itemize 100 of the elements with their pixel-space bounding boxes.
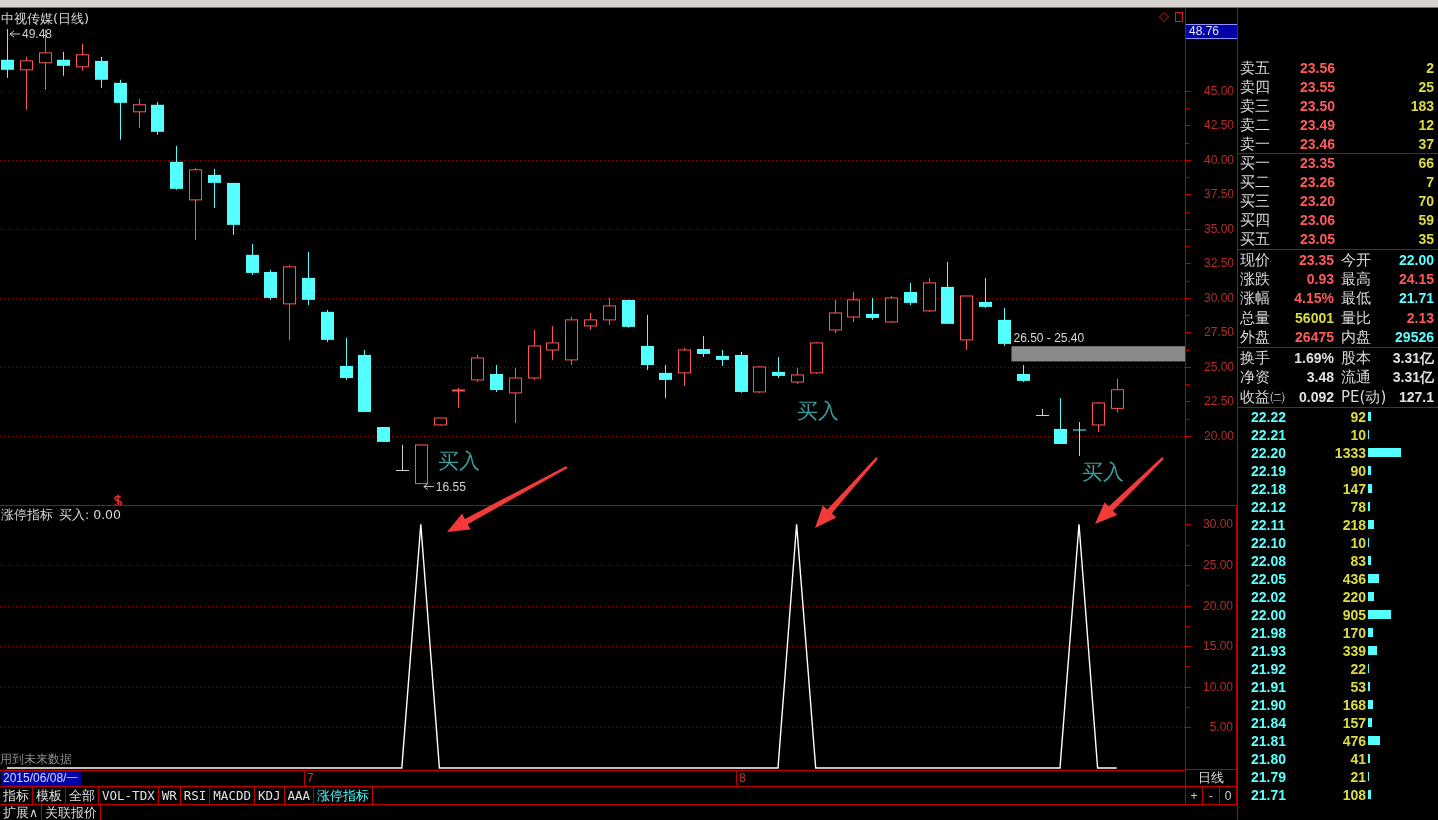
indicator-tab[interactable]: 全部 [66, 787, 99, 804]
trade-volume: 905 [1341, 605, 1366, 624]
quote-label: 最低 [1340, 289, 1372, 308]
panel-button[interactable]: 关联报价 [42, 805, 102, 820]
candlestick [546, 325, 559, 361]
trade-price: 21.84 [1251, 713, 1288, 732]
trade-price: 21.92 [1251, 659, 1288, 678]
trade-price: 22.08 [1251, 551, 1288, 570]
candlestick [960, 295, 973, 351]
quote-label: 流通 [1340, 368, 1372, 387]
order-volume: 7 [1425, 173, 1434, 192]
trade-volume: 157 [1341, 713, 1366, 732]
candlestick [264, 269, 277, 301]
signal-label: 买入 [437, 449, 480, 473]
order-price: 23.20 [1298, 192, 1335, 211]
trade-price: 22.05 [1251, 569, 1288, 588]
trade-price: 22.21 [1251, 425, 1288, 444]
order-label: 买三 [1240, 192, 1271, 211]
candlestick [208, 168, 221, 209]
candlestick [377, 426, 390, 443]
trade-volume: 147 [1341, 479, 1366, 498]
volume-bar [1368, 484, 1372, 494]
candlestick [227, 182, 240, 236]
warning-note: 用到未来数据 [0, 752, 72, 766]
axis-label: 25.00 [1202, 557, 1233, 572]
quote-label: 总量 [1240, 308, 1271, 327]
axis-label: 32.50 [1203, 256, 1234, 271]
trade-volume: 92 [1349, 407, 1366, 426]
candlestick [565, 316, 578, 366]
quote-label: 内盘 [1340, 328, 1372, 347]
order-label: 卖一 [1240, 134, 1271, 153]
quote-value: 127.1 [1397, 387, 1434, 406]
order-volume: 37 [1417, 134, 1434, 153]
order-volume: 12 [1417, 115, 1434, 134]
candlestick [772, 356, 785, 379]
indicator-tab[interactable]: AAA [284, 787, 315, 804]
quote-label: 涨跌 [1240, 270, 1271, 289]
quote-value: 29526 [1394, 328, 1434, 347]
candlestick [847, 291, 860, 323]
quote-label: 换手 [1240, 348, 1271, 367]
indicator-tab[interactable]: 指标 [0, 787, 33, 804]
candlestick [76, 43, 89, 72]
indicator-tab[interactable]: WR [158, 787, 181, 804]
trade-price: 21.71 [1251, 785, 1288, 804]
candlestick [452, 387, 465, 409]
trade-price: 22.18 [1251, 479, 1288, 498]
axis-label: 15.00 [1202, 639, 1233, 654]
candlestick [246, 243, 259, 276]
trade-volume: 339 [1341, 641, 1366, 660]
candlestick [358, 349, 371, 413]
trade-volume: 21 [1349, 767, 1366, 786]
trade-volume: 220 [1341, 587, 1366, 606]
axis-label: 22.50 [1203, 394, 1234, 409]
chart-title: 中视传媒(日线) [1, 11, 90, 27]
volume-bar [1368, 718, 1372, 728]
square-icon[interactable] [1175, 12, 1183, 22]
candlestick [20, 56, 33, 111]
indicator-tab[interactable]: 涨停指标 [314, 787, 374, 804]
trade-price: 22.20 [1251, 443, 1288, 462]
trade-volume: 22 [1349, 659, 1366, 678]
quote-value: 23.35 [1297, 250, 1334, 269]
axis-label: 20.00 [1203, 428, 1234, 443]
trade-price: 21.90 [1251, 695, 1288, 714]
candlestick [114, 79, 127, 141]
indicator-tab[interactable]: 模板 [33, 787, 66, 804]
indicator-tab[interactable]: VOL-TDX [99, 787, 159, 804]
candlestick [302, 251, 315, 306]
candlestick [1092, 401, 1105, 433]
quote-label: 净资 [1240, 368, 1271, 387]
volume-bar [1368, 574, 1379, 584]
axis-label: 8 [736, 771, 746, 786]
quote-value: 0.93 [1305, 270, 1334, 289]
candlestick [753, 365, 766, 394]
quote-label: 外盘 [1240, 328, 1271, 347]
quote-value: 2.13 [1405, 308, 1434, 327]
quote-label: 股本 [1340, 348, 1372, 367]
axis-label: 45.00 [1203, 83, 1234, 98]
signal-label: 买入 [1082, 459, 1124, 484]
trade-price: 22.11 [1251, 515, 1287, 534]
trade-volume: 1333 [1333, 443, 1366, 462]
axis-label: 25.00 [1203, 359, 1234, 374]
order-volume: 70 [1417, 192, 1434, 211]
order-label: 卖三 [1240, 97, 1271, 115]
quote-value: 3.31亿 [1391, 368, 1434, 387]
order-label: 买五 [1240, 230, 1271, 249]
volume-bar [1368, 592, 1374, 602]
candlestick [885, 295, 898, 324]
quote-value: 4.15% [1293, 289, 1334, 308]
candlestick [170, 145, 183, 191]
panel-button[interactable]: 扩展∧ [0, 805, 43, 820]
trade-price: 21.91 [1251, 677, 1288, 696]
volume-bar [1368, 610, 1391, 620]
axis-label: 27.50 [1203, 325, 1234, 340]
trade-volume: 10 [1349, 533, 1366, 552]
quote-label: 涨幅 [1240, 289, 1271, 308]
trade-price: 21.98 [1251, 623, 1288, 642]
candlestick [603, 297, 616, 326]
indicator-tab[interactable]: MACDD [210, 787, 255, 804]
candlestick [1035, 408, 1050, 416]
trade-volume: 90 [1349, 461, 1366, 480]
